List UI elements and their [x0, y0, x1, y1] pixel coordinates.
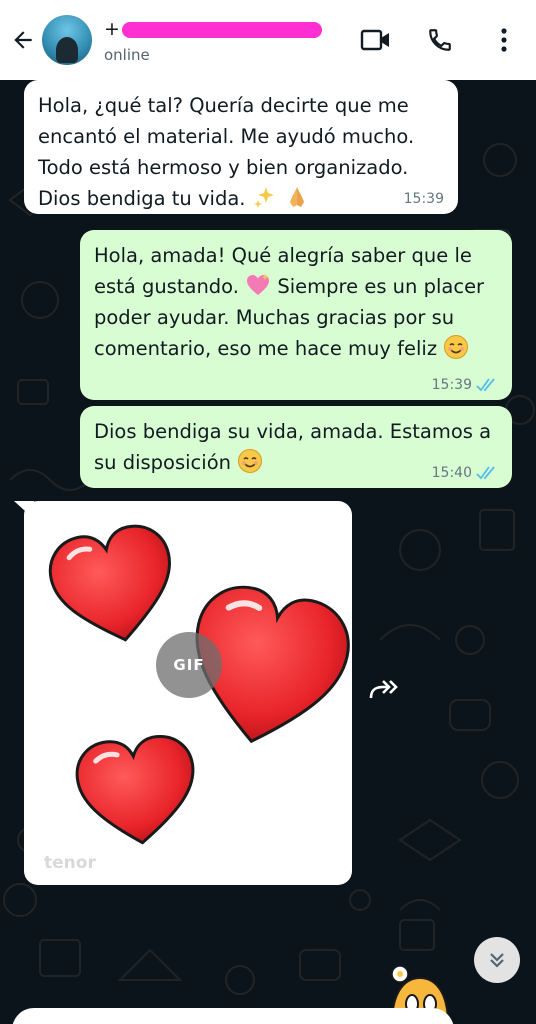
forward-button[interactable]	[354, 660, 414, 720]
forward-icon	[369, 680, 398, 699]
phone-icon	[429, 29, 451, 51]
double-check-read-icon	[476, 466, 495, 480]
avatar[interactable]	[42, 15, 92, 65]
gif-message[interactable]: GIF tenor	[24, 501, 352, 885]
contact-name: +	[104, 16, 322, 42]
double-chevron-down-icon	[490, 953, 504, 968]
chat-header: + online	[0, 0, 536, 80]
message-line-text: su disposición	[94, 451, 231, 474]
smiling-face-emoji-icon	[444, 335, 469, 359]
gif-play-badge[interactable]: GIF	[156, 632, 222, 698]
back-button[interactable]	[4, 0, 42, 80]
message-meta: 15:40	[432, 464, 498, 482]
message-line-text: Dios bendiga tu vida.	[38, 187, 246, 210]
video-call-button[interactable]	[344, 8, 408, 72]
message-line: Todo está hermoso y bien organizado.	[38, 156, 409, 179]
message-text: Hola, ¿qué tal? Quería decirte que me en…	[38, 90, 444, 214]
message-bubble-outgoing[interactable]: Dios bendiga su vida, amada. Estamos a s…	[80, 406, 512, 488]
message-line: Dios bendiga su vida, amada. Estamos a	[94, 420, 492, 443]
double-check-read-icon	[476, 378, 495, 392]
header-actions	[344, 0, 536, 80]
message-line-text: Siempre es un placer	[277, 275, 485, 298]
message-line: encantó el material. Me ayudó mucho.	[38, 125, 415, 148]
chat-area[interactable]: Hola, ¿qué tal? Quería decirte que me en…	[0, 80, 536, 1024]
more-vert-icon	[501, 28, 507, 52]
message-line: poder ayudar. Muchas gracias por su	[94, 306, 455, 329]
message-time: 15:39	[403, 191, 444, 207]
contact-status: online	[104, 46, 150, 64]
folded-hands-emoji-icon	[289, 187, 304, 207]
tenor-watermark: tenor	[44, 853, 96, 873]
smiling-face-emoji-icon	[238, 449, 263, 473]
message-line: está gustando. Siempre es un placer	[94, 271, 498, 302]
message-line: Hola, ¿qué tal? Quería decirte que me	[38, 94, 409, 117]
message-line-text: está gustando.	[94, 275, 239, 298]
voice-call-button[interactable]	[408, 8, 472, 72]
message-time: 15:40	[431, 465, 472, 481]
message-line-text: comentario, eso me hace muy feliz	[94, 337, 438, 360]
redaction-mark	[122, 22, 322, 38]
contact-info[interactable]: + online	[104, 0, 322, 80]
video-call-icon	[360, 29, 389, 51]
message-line: Dios bendiga tu vida.	[38, 183, 444, 214]
sparkling-heart-emoji-icon	[247, 274, 270, 295]
message-line: comentario, eso me hace muy feliz	[94, 333, 498, 364]
arrow-left-icon	[14, 31, 32, 49]
scroll-to-bottom-button[interactable]	[474, 937, 520, 983]
message-text: Hola, amada! Qué alegría saber que le es…	[94, 240, 498, 364]
message-meta: 15:39	[432, 376, 498, 394]
message-line: Hola, amada! Qué alegría saber que le	[94, 244, 472, 267]
contact-name-text: +	[104, 18, 120, 40]
message-bubble-outgoing[interactable]: Hola, amada! Qué alegría saber que le es…	[80, 230, 512, 400]
message-composer[interactable]	[12, 1008, 454, 1024]
message-meta: 15:39	[404, 190, 444, 208]
message-time: 15:39	[431, 377, 472, 393]
more-options-button[interactable]	[472, 8, 536, 72]
message-bubble-incoming[interactable]: Hola, ¿qué tal? Quería decirte que me en…	[24, 80, 458, 214]
sparkles-emoji-icon	[253, 187, 274, 208]
